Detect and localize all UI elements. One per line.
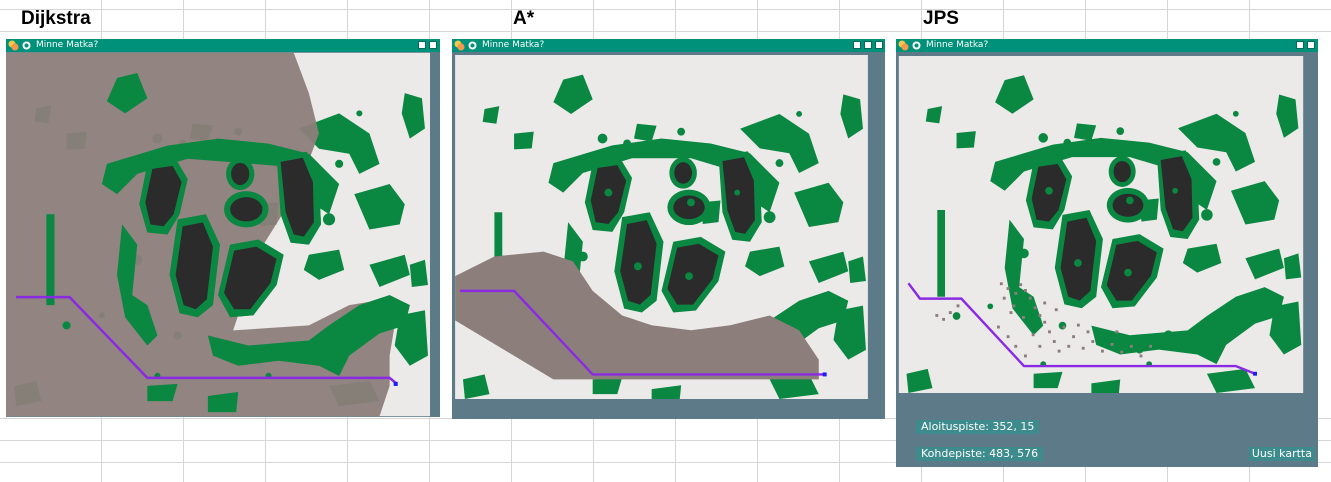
jps-map[interactable]: [897, 56, 1305, 393]
goal-point-label: Kohdepiste: 483, 576: [916, 447, 1044, 461]
header-dijkstra: Dijkstra: [21, 8, 91, 29]
maximize-icon[interactable]: [864, 41, 872, 49]
maximize-icon[interactable]: [429, 41, 437, 49]
window-title: Minne Matka?: [926, 40, 989, 50]
start-point-label: Aloituspiste: 352, 15: [916, 420, 1040, 434]
goal-point: [393, 381, 398, 386]
app-logo-icon: [454, 40, 465, 51]
minimize-icon[interactable]: [1296, 41, 1304, 49]
window-title: Minne Matka?: [482, 40, 545, 50]
new-map-button[interactable]: Uusi kartta: [1248, 447, 1315, 461]
app-menu-icon[interactable]: [912, 41, 921, 50]
goal-point: [822, 372, 827, 377]
window-title: Minne Matka?: [36, 40, 99, 50]
astar-map[interactable]: [455, 55, 868, 399]
maximize-icon[interactable]: [1307, 41, 1315, 49]
header-jps: JPS: [923, 8, 959, 29]
dijkstra-map[interactable]: [6, 52, 430, 417]
app-logo-icon: [898, 40, 909, 51]
dijkstra-window: Minne Matka?: [6, 39, 440, 417]
close-icon[interactable]: [875, 41, 883, 49]
astar-window: Minne Matka?: [452, 39, 885, 419]
jps-window: Minne Matka? Aloituspiste: 352, 15 Kohde…: [896, 39, 1318, 467]
astar-titlebar[interactable]: Minne Matka?: [452, 39, 885, 52]
dijkstra-titlebar[interactable]: Minne Matka?: [6, 39, 440, 52]
jps-titlebar[interactable]: Minne Matka?: [896, 39, 1318, 52]
app-logo-icon: [8, 40, 19, 51]
goal-point: [1253, 371, 1257, 376]
minimize-icon[interactable]: [853, 41, 861, 49]
app-menu-icon[interactable]: [468, 41, 477, 50]
minimize-icon[interactable]: [418, 41, 426, 49]
header-astar: A*: [513, 8, 535, 29]
app-menu-icon[interactable]: [22, 41, 31, 50]
